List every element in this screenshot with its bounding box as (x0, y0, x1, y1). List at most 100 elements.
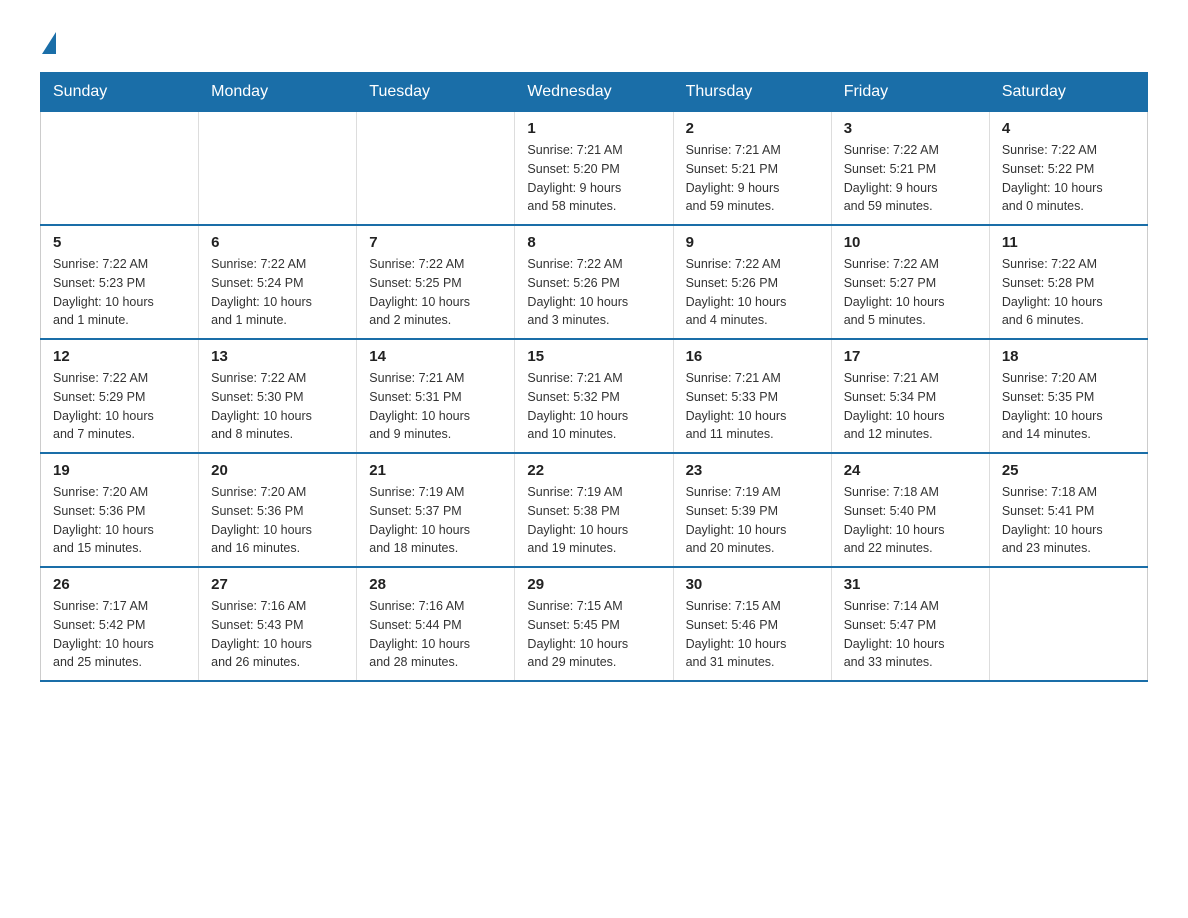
day-info: Sunrise: 7:22 AM Sunset: 5:26 PM Dayligh… (527, 255, 660, 330)
calendar-week-row: 12 Sunrise: 7:22 AM Sunset: 5:29 PM Dayli… (41, 339, 1148, 453)
day-number: 8 (527, 234, 660, 251)
calendar-week-row: 5 Sunrise: 7:22 AM Sunset: 5:23 PM Daylig… (41, 225, 1148, 339)
day-number: 17 (844, 348, 977, 365)
day-info: Sunrise: 7:21 AM Sunset: 5:34 PM Dayligh… (844, 369, 977, 444)
day-number: 1 (527, 120, 660, 137)
calendar-cell: 27 Sunrise: 7:16 AM Sunset: 5:43 PM Dayli… (199, 567, 357, 681)
day-number: 29 (527, 576, 660, 593)
day-info: Sunrise: 7:20 AM Sunset: 5:35 PM Dayligh… (1002, 369, 1135, 444)
day-info: Sunrise: 7:22 AM Sunset: 5:26 PM Dayligh… (686, 255, 819, 330)
day-of-week-header: Wednesday (515, 73, 673, 112)
calendar-cell: 6 Sunrise: 7:22 AM Sunset: 5:24 PM Daylig… (199, 225, 357, 339)
calendar-cell: 28 Sunrise: 7:16 AM Sunset: 5:44 PM Dayli… (357, 567, 515, 681)
day-info: Sunrise: 7:22 AM Sunset: 5:21 PM Dayligh… (844, 141, 977, 216)
calendar-week-row: 26Sunrise: 7:17 AM Sunset: 5:42 PM Dayli… (41, 567, 1148, 681)
day-number: 13 (211, 348, 344, 365)
day-info: Sunrise: 7:22 AM Sunset: 5:28 PM Dayligh… (1002, 255, 1135, 330)
day-info: Sunrise: 7:22 AM Sunset: 5:24 PM Dayligh… (211, 255, 344, 330)
day-info: Sunrise: 7:22 AM Sunset: 5:30 PM Dayligh… (211, 369, 344, 444)
day-info: Sunrise: 7:18 AM Sunset: 5:41 PM Dayligh… (1002, 483, 1135, 558)
calendar-cell: 5 Sunrise: 7:22 AM Sunset: 5:23 PM Daylig… (41, 225, 199, 339)
calendar-cell: 10 Sunrise: 7:22 AM Sunset: 5:27 PM Dayli… (831, 225, 989, 339)
calendar-cell: 14 Sunrise: 7:21 AM Sunset: 5:31 PM Dayli… (357, 339, 515, 453)
calendar-cell: 1 Sunrise: 7:21 AM Sunset: 5:20 PM Daylig… (515, 112, 673, 226)
day-info: Sunrise: 7:16 AM Sunset: 5:43 PM Dayligh… (211, 597, 344, 672)
day-number: 22 (527, 462, 660, 479)
calendar-cell: 16Sunrise: 7:21 AM Sunset: 5:33 PM Dayli… (673, 339, 831, 453)
day-number: 20 (211, 462, 344, 479)
day-number: 5 (53, 234, 186, 251)
day-info: Sunrise: 7:21 AM Sunset: 5:32 PM Dayligh… (527, 369, 660, 444)
day-number: 27 (211, 576, 344, 593)
day-number: 18 (1002, 348, 1135, 365)
day-of-week-header: Saturday (989, 73, 1147, 112)
day-number: 4 (1002, 120, 1135, 137)
calendar-cell: 12 Sunrise: 7:22 AM Sunset: 5:29 PM Dayli… (41, 339, 199, 453)
day-info: Sunrise: 7:21 AM Sunset: 5:20 PM Dayligh… (527, 141, 660, 216)
calendar-cell (199, 112, 357, 226)
day-info: Sunrise: 7:22 AM Sunset: 5:27 PM Dayligh… (844, 255, 977, 330)
day-of-week-header: Monday (199, 73, 357, 112)
day-info: Sunrise: 7:17 AM Sunset: 5:42 PM Dayligh… (53, 597, 186, 672)
day-of-week-header: Friday (831, 73, 989, 112)
day-number: 6 (211, 234, 344, 251)
calendar-body: 1 Sunrise: 7:21 AM Sunset: 5:20 PM Daylig… (41, 112, 1148, 682)
day-number: 15 (527, 348, 660, 365)
day-number: 24 (844, 462, 977, 479)
day-number: 14 (369, 348, 502, 365)
calendar-cell (41, 112, 199, 226)
day-info: Sunrise: 7:22 AM Sunset: 5:29 PM Dayligh… (53, 369, 186, 444)
day-number: 19 (53, 462, 186, 479)
calendar-cell: 25Sunrise: 7:18 AM Sunset: 5:41 PM Dayli… (989, 453, 1147, 567)
day-number: 21 (369, 462, 502, 479)
day-of-week-header: Thursday (673, 73, 831, 112)
day-info: Sunrise: 7:20 AM Sunset: 5:36 PM Dayligh… (211, 483, 344, 558)
calendar-cell: 17 Sunrise: 7:21 AM Sunset: 5:34 PM Dayli… (831, 339, 989, 453)
day-number: 3 (844, 120, 977, 137)
page-header (40, 30, 1148, 52)
day-number: 30 (686, 576, 819, 593)
calendar-cell: 9Sunrise: 7:22 AM Sunset: 5:26 PM Daylig… (673, 225, 831, 339)
calendar-cell: 23 Sunrise: 7:19 AM Sunset: 5:39 PM Dayli… (673, 453, 831, 567)
day-number: 23 (686, 462, 819, 479)
day-number: 2 (686, 120, 819, 137)
day-number: 31 (844, 576, 977, 593)
calendar-cell: 15 Sunrise: 7:21 AM Sunset: 5:32 PM Dayli… (515, 339, 673, 453)
day-number: 28 (369, 576, 502, 593)
day-info: Sunrise: 7:21 AM Sunset: 5:31 PM Dayligh… (369, 369, 502, 444)
day-info: Sunrise: 7:18 AM Sunset: 5:40 PM Dayligh… (844, 483, 977, 558)
days-of-week-row: SundayMondayTuesdayWednesdayThursdayFrid… (41, 73, 1148, 112)
calendar-cell: 30 Sunrise: 7:15 AM Sunset: 5:46 PM Dayli… (673, 567, 831, 681)
day-info: Sunrise: 7:20 AM Sunset: 5:36 PM Dayligh… (53, 483, 186, 558)
calendar-cell: 31 Sunrise: 7:14 AM Sunset: 5:47 PM Dayli… (831, 567, 989, 681)
day-info: Sunrise: 7:15 AM Sunset: 5:46 PM Dayligh… (686, 597, 819, 672)
day-info: Sunrise: 7:14 AM Sunset: 5:47 PM Dayligh… (844, 597, 977, 672)
calendar-cell: 26Sunrise: 7:17 AM Sunset: 5:42 PM Dayli… (41, 567, 199, 681)
logo-triangle-icon (42, 32, 56, 54)
calendar-week-row: 1 Sunrise: 7:21 AM Sunset: 5:20 PM Daylig… (41, 112, 1148, 226)
calendar-cell: 13 Sunrise: 7:22 AM Sunset: 5:30 PM Dayli… (199, 339, 357, 453)
day-number: 10 (844, 234, 977, 251)
calendar-cell: 18 Sunrise: 7:20 AM Sunset: 5:35 PM Dayli… (989, 339, 1147, 453)
calendar-cell: 20 Sunrise: 7:20 AM Sunset: 5:36 PM Dayli… (199, 453, 357, 567)
calendar-cell: 8 Sunrise: 7:22 AM Sunset: 5:26 PM Daylig… (515, 225, 673, 339)
day-of-week-header: Tuesday (357, 73, 515, 112)
day-info: Sunrise: 7:15 AM Sunset: 5:45 PM Dayligh… (527, 597, 660, 672)
calendar-cell: 4 Sunrise: 7:22 AM Sunset: 5:22 PM Daylig… (989, 112, 1147, 226)
day-info: Sunrise: 7:22 AM Sunset: 5:22 PM Dayligh… (1002, 141, 1135, 216)
calendar-cell (989, 567, 1147, 681)
calendar-week-row: 19 Sunrise: 7:20 AM Sunset: 5:36 PM Dayli… (41, 453, 1148, 567)
calendar-cell: 22 Sunrise: 7:19 AM Sunset: 5:38 PM Dayli… (515, 453, 673, 567)
day-number: 11 (1002, 234, 1135, 251)
day-info: Sunrise: 7:19 AM Sunset: 5:39 PM Dayligh… (686, 483, 819, 558)
calendar-cell: 2Sunrise: 7:21 AM Sunset: 5:21 PM Daylig… (673, 112, 831, 226)
day-info: Sunrise: 7:22 AM Sunset: 5:23 PM Dayligh… (53, 255, 186, 330)
day-info: Sunrise: 7:19 AM Sunset: 5:37 PM Dayligh… (369, 483, 502, 558)
day-number: 7 (369, 234, 502, 251)
day-number: 16 (686, 348, 819, 365)
day-number: 12 (53, 348, 186, 365)
day-info: Sunrise: 7:16 AM Sunset: 5:44 PM Dayligh… (369, 597, 502, 672)
day-info: Sunrise: 7:19 AM Sunset: 5:38 PM Dayligh… (527, 483, 660, 558)
day-info: Sunrise: 7:22 AM Sunset: 5:25 PM Dayligh… (369, 255, 502, 330)
calendar-cell: 24 Sunrise: 7:18 AM Sunset: 5:40 PM Dayli… (831, 453, 989, 567)
